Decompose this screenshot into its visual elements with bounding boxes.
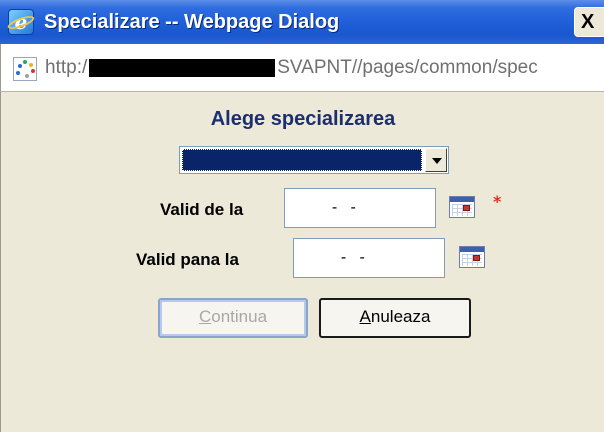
form-heading: Alege specializarea [210,108,396,130]
dropdown-arrow-icon[interactable] [425,148,447,172]
title-bar[interactable]: e Specializare -- Webpage Dialog X [0,0,604,44]
valid-from-label: Valid de la [160,200,244,219]
calendar-icon[interactable] [459,246,485,268]
window-title: Specializare -- Webpage Dialog [44,11,340,33]
continue-label: ontinua [211,307,268,326]
cancel-button[interactable]: Anuleaza [319,298,471,338]
close-button[interactable]: X [574,7,604,37]
cancel-mnemonic: A [359,307,371,326]
dialog-content: Alege specializarea Valid de la - - * Va… [0,92,604,432]
internet-explorer-icon: e [6,9,36,35]
valid-from-input[interactable]: - - [284,188,436,228]
address-url: http:/ SVAPNT//pages/common/spec [45,55,538,81]
address-bar: http:/ SVAPNT//pages/common/spec [0,44,604,92]
url-suffix: SVAPNT//pages/common/spec [277,57,538,78]
valid-to-label: Valid pana la [136,250,239,269]
calendar-icon[interactable] [449,196,475,218]
required-marker: * [493,192,502,211]
redacted-block [89,58,276,77]
page-loading-icon [13,57,37,81]
url-prefix: http:/ [45,57,88,78]
specializare-select[interactable] [179,146,449,174]
continue-mnemonic: C [198,307,212,326]
continue-button[interactable]: Continua [158,298,308,338]
valid-to-input[interactable]: - - [293,238,445,278]
webpage-dialog: e Specializare -- Webpage Dialog X http:… [0,0,604,432]
cancel-label: nuleaza [370,307,431,326]
select-value [182,149,422,171]
